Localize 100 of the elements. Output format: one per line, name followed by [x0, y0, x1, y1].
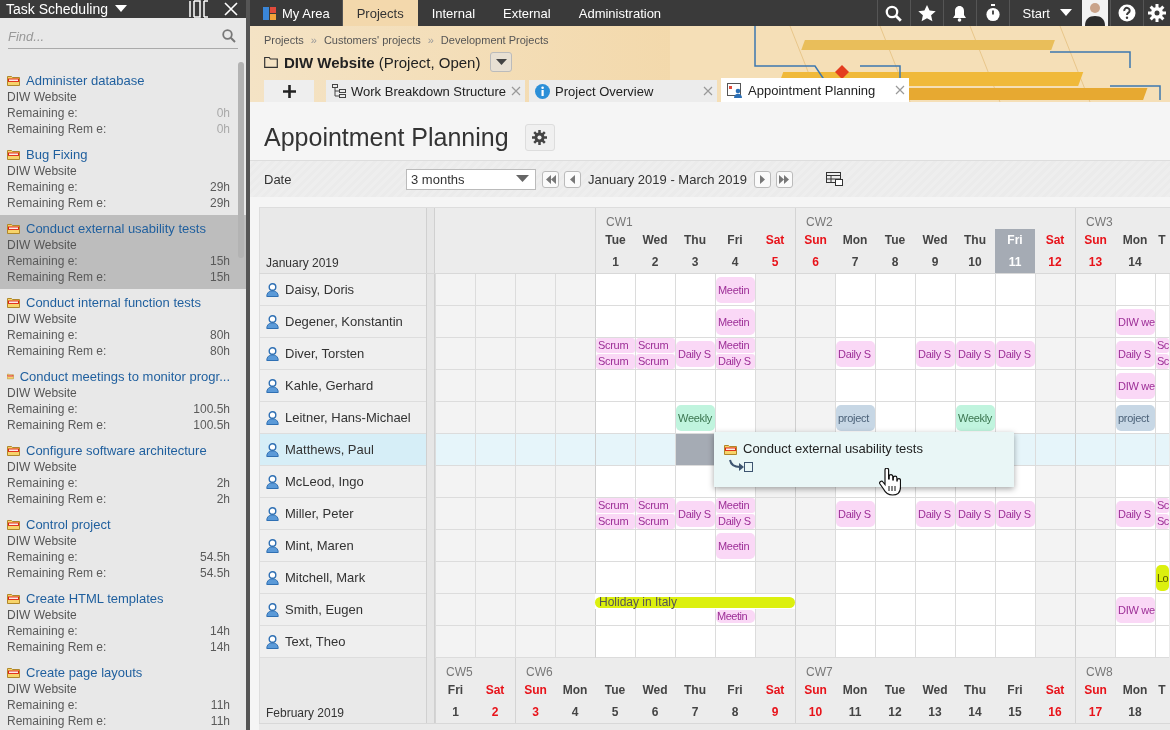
view-tab[interactable]: Work Breakdown Structure	[326, 80, 526, 102]
task-field-value: 54.5h	[199, 565, 230, 581]
task-title[interactable]: Configure software architecture	[26, 442, 207, 458]
day-cell[interactable]: Scrum Scrum	[635, 338, 675, 370]
day-number: 2	[491, 704, 499, 721]
task-item[interactable]: Bug Fixing DIW Website Remaining e: 29h Remaining Rem e: 29h	[0, 141, 246, 215]
person-name: Daisy, Doris	[285, 282, 355, 297]
task-item[interactable]: Conduct meetings to monitor progr... DIW Website Remaining e: 100.5h Remaining Rem e: 100.5h	[0, 363, 246, 437]
resource-cell[interactable]: Mitchell, Mark	[259, 562, 426, 594]
appointment-chip[interactable]: Sc	[1156, 354, 1169, 369]
resource-cell[interactable]: McLeod, Ingo	[259, 466, 426, 498]
breadcrumb-link[interactable]: Development Projects	[440, 34, 549, 46]
nav-tab[interactable]: Projects	[342, 0, 418, 26]
task-project: DIW Website	[7, 385, 78, 401]
task-item[interactable]: Administer database DIW Website Remaining e: 0h Remaining Rem e: 0h	[0, 67, 246, 141]
day-cell[interactable]: Scrum Scrum	[595, 338, 635, 370]
selected-task-item[interactable]: Conduct external usability tests DIW Website Remaining e: 15h Remaining Rem e: 15h	[0, 215, 246, 289]
task-title[interactable]: Control project	[26, 516, 111, 532]
appointment-chip[interactable]: Sc	[1156, 338, 1169, 353]
holiday-bar[interactable]: Holiday in Italy	[595, 597, 795, 608]
day-cell[interactable]: Meetin Daily S	[715, 338, 755, 370]
task-project: DIW Website	[7, 163, 78, 179]
day-cell[interactable]: Meetin Daily S	[715, 498, 755, 530]
appointment-chip[interactable]: Scrum	[636, 514, 675, 529]
resource-cell[interactable]: Kahle, Gerhard	[259, 370, 426, 402]
breadcrumb-link[interactable]: Customers' projects	[323, 34, 421, 46]
day-name: Mon	[842, 232, 868, 249]
range-select[interactable]: 3 months	[406, 168, 536, 190]
breadcrumb-link[interactable]: Projects	[264, 34, 304, 46]
task-title[interactable]: Administer database	[26, 72, 145, 88]
resource-cell[interactable]: Text, Theo	[259, 626, 426, 658]
view-tab[interactable]: Project Overview	[529, 80, 718, 102]
resource-cell[interactable]: Daisy, Doris	[259, 274, 426, 306]
appointment-chip[interactable]: Daily S	[716, 354, 755, 369]
task-item[interactable]: Create page layouts DIW Website Remaining e: 11h Remaining Rem e: 11h	[0, 659, 246, 730]
appointment-chip[interactable]: Meetin	[716, 338, 755, 353]
task-title[interactable]: Create HTML templates	[26, 590, 164, 606]
appointment-chip[interactable]: Scrum	[596, 514, 635, 529]
task-item[interactable]: Create HTML templates DIW Website Remaining e: 14h Remaining Rem e: 14h	[0, 585, 246, 659]
day-number: 15	[1008, 704, 1022, 721]
day-number: 11	[848, 704, 862, 721]
day-name: Fri	[727, 232, 743, 249]
resource-cell[interactable]: Mint, Maren	[259, 530, 426, 562]
appointment-chip[interactable]: Scrum	[636, 338, 675, 353]
day-cell[interactable]: Sc Sc	[1155, 498, 1169, 530]
appointment-chip[interactable]: Meetin	[716, 498, 755, 513]
task-field-label: Remaining e:	[7, 327, 78, 343]
appointment-chip[interactable]: Daily S	[716, 514, 755, 529]
day-number: 4	[571, 704, 579, 721]
task-title[interactable]: Create page layouts	[26, 664, 143, 680]
nav-tab[interactable]: Administration	[564, 0, 676, 26]
task-field-label: Remaining Rem e:	[7, 195, 107, 211]
task-title[interactable]: Bug Fixing	[26, 146, 88, 162]
appointment-chip[interactable]: Scrum	[636, 498, 675, 513]
appointment-chip[interactable]: Meetin	[716, 610, 755, 623]
resource-cell[interactable]: Diver, Torsten	[259, 338, 426, 370]
day-number: 11	[1008, 254, 1022, 271]
task-item[interactable]: Configure software architecture DIW Website Remaining e: 2h Remaining Rem e: 2h	[0, 437, 246, 511]
day-name: Sat	[765, 682, 785, 699]
task-field-label: Remaining Rem e:	[7, 565, 107, 581]
week-label: CW2	[806, 215, 833, 229]
resource-cell[interactable]: Leitner, Hans-Michael	[259, 402, 426, 434]
person-name: Mitchell, Mark	[285, 570, 366, 585]
panel-title[interactable]: Task Scheduling	[6, 1, 108, 17]
task-title[interactable]: Conduct internal function tests	[26, 294, 201, 310]
appointment-chip[interactable]: Scrum	[596, 498, 635, 513]
task-title[interactable]: Conduct meetings to monitor progr...	[19, 368, 230, 384]
person-name: Matthews, Paul	[285, 442, 374, 457]
appointment-chip[interactable]: Scrum	[636, 354, 675, 369]
day-cell[interactable]: Sc Sc	[1155, 338, 1169, 370]
day-name: Sun	[1084, 682, 1107, 699]
week-label: CW6	[526, 665, 553, 679]
day-cell[interactable]: Scrum Scrum	[595, 498, 635, 530]
task-field-value: 80h	[209, 327, 230, 343]
task-item[interactable]: Conduct internal function tests DIW Website Remaining e: 80h Remaining Rem e: 80h	[0, 289, 246, 363]
find-field[interactable]: Find...	[8, 24, 238, 49]
day-number: 10	[808, 704, 823, 721]
day-name: Thu	[684, 682, 706, 699]
resource-cell[interactable]: Miller, Peter	[259, 498, 426, 530]
task-project: DIW Website	[7, 533, 78, 549]
day-cell[interactable]: Scrum Scrum	[635, 498, 675, 530]
task-field-value: 2h	[216, 475, 230, 491]
day-name: Sat	[485, 682, 505, 699]
view-tab[interactable]: Appointment Planning	[721, 78, 910, 102]
resource-cell[interactable]: Matthews, Paul	[259, 434, 426, 466]
appointment-chip[interactable]: Sc	[1156, 514, 1169, 529]
task-field-label: Remaining e:	[7, 179, 78, 195]
task-field-label: Remaining e:	[7, 475, 78, 491]
task-title[interactable]: Conduct external usability tests	[26, 220, 206, 236]
person-name: Degener, Konstantin	[285, 314, 403, 329]
appointment-chip[interactable]: Sc	[1156, 498, 1169, 513]
day-number: 14	[1128, 254, 1142, 271]
resource-cell[interactable]: Smith, Eugen	[259, 594, 426, 626]
appointment-chip[interactable]: Scrum	[596, 338, 635, 353]
day-name: Mon	[562, 682, 588, 699]
nav-tab[interactable]: External	[489, 0, 565, 26]
task-item[interactable]: Control project DIW Website Remaining e: 54.5h Remaining Rem e: 54.5h	[0, 511, 246, 585]
nav-tab[interactable]: Internal	[417, 0, 490, 26]
appointment-chip[interactable]: Scrum	[596, 354, 635, 369]
resource-cell[interactable]: Degener, Konstantin	[259, 306, 426, 338]
